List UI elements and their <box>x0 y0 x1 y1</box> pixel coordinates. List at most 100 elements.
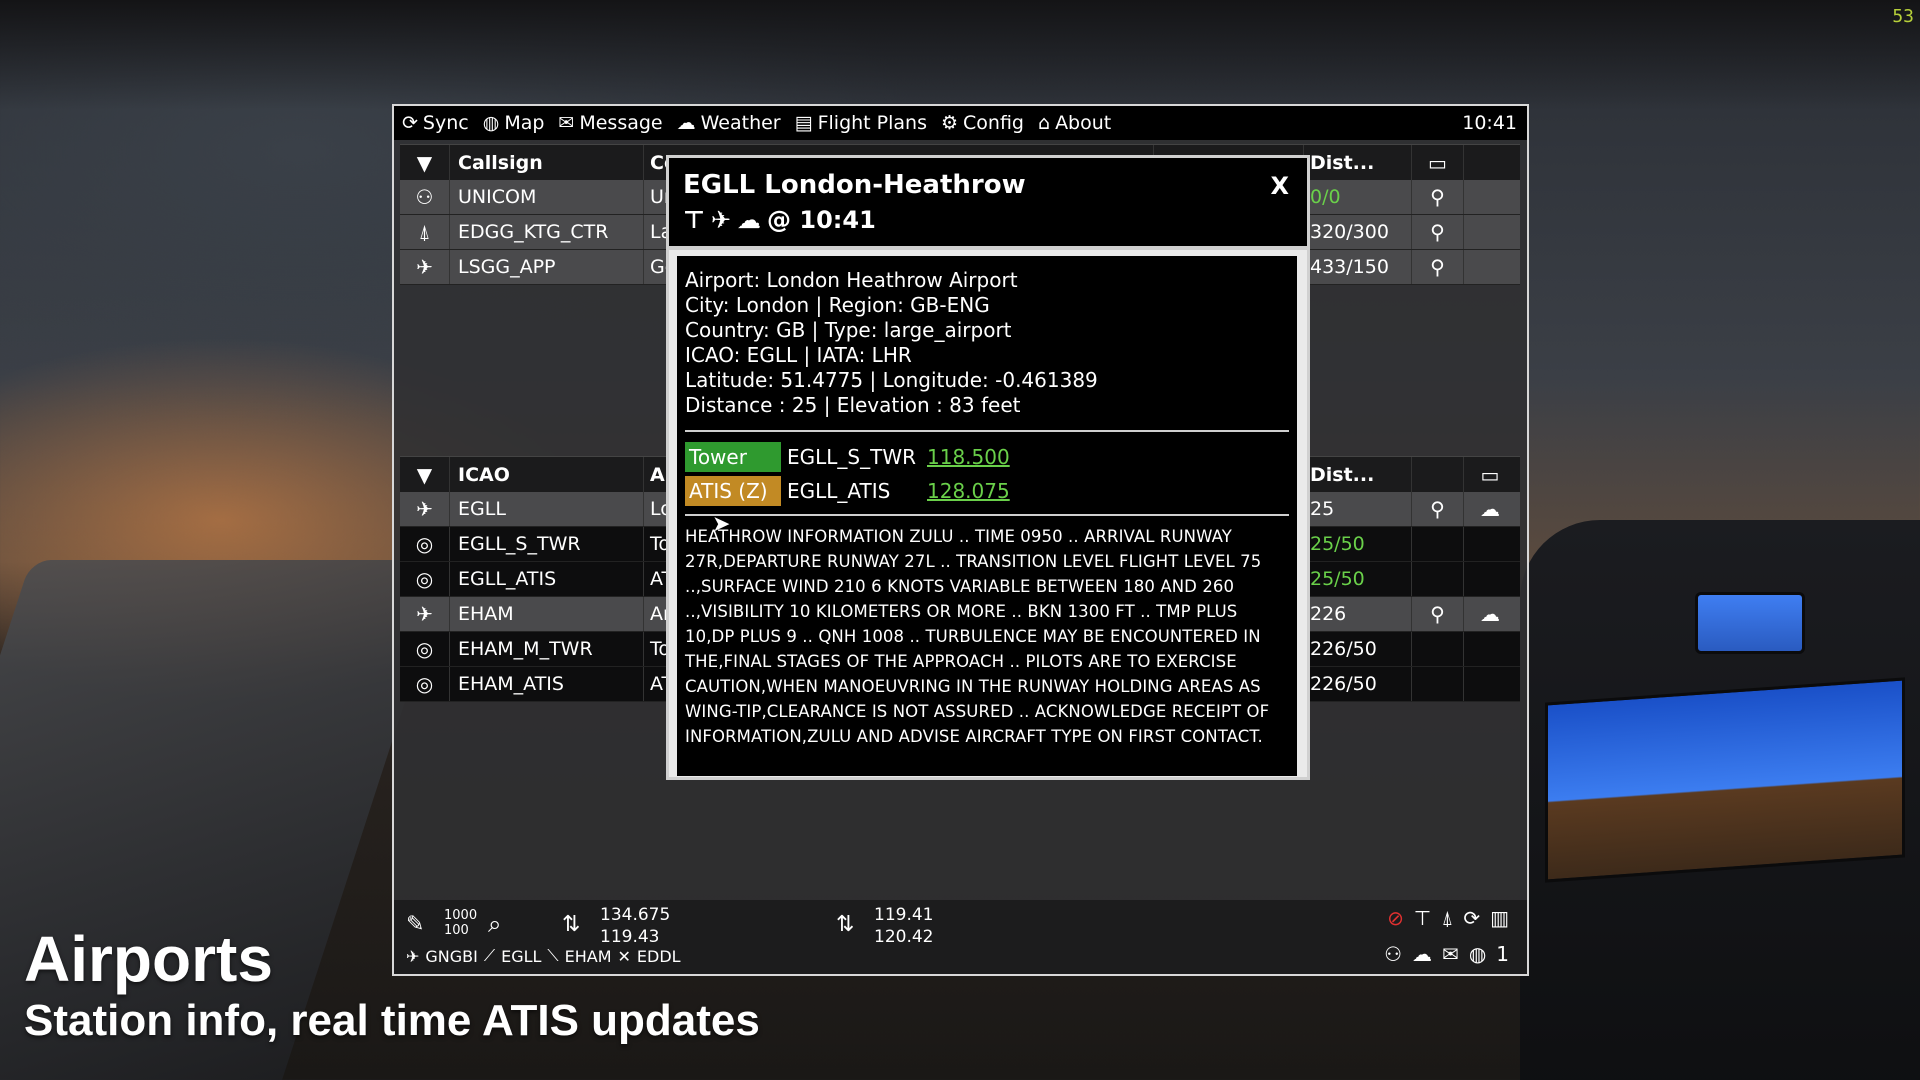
row-icao: EGLL_ATIS <box>450 562 644 596</box>
tower-antenna-icon: ⍋ <box>400 215 450 249</box>
airport-icon: ✈ <box>400 492 450 526</box>
row-distance: 226/50 <box>1304 632 1412 666</box>
headset-icon: ◎ <box>400 667 450 701</box>
header-empty <box>1464 145 1516 180</box>
menu-about-label: About <box>1055 112 1112 134</box>
com2-active: 119.41 <box>874 905 934 925</box>
map-pin-icon[interactable]: ⚲ <box>1412 250 1464 284</box>
range-display[interactable]: 1000 100 <box>444 908 477 938</box>
standby-instrument <box>1695 592 1805 654</box>
close-button[interactable]: X <box>1270 172 1289 200</box>
unicom-icon[interactable]: ⚇ <box>1384 942 1402 966</box>
refresh-icon[interactable]: ⟳ <box>1463 906 1480 930</box>
frequency-link[interactable]: 128.075 <box>927 479 1010 503</box>
distance-header[interactable]: Dist... <box>1304 145 1412 180</box>
frequency-link[interactable]: 118.500 <box>927 445 1010 469</box>
popup-title: EGLL London-Heathrow <box>683 170 1026 200</box>
popup-subtitle: ⊤ ✈ ☁ @ 10:41 <box>683 206 1293 234</box>
weather-icon[interactable]: ☁ <box>1464 492 1516 526</box>
card-icon[interactable]: ▭ <box>1464 457 1516 492</box>
distance-header[interactable]: Dist... <box>1304 457 1412 492</box>
menu-flight-plans[interactable]: ▤ Flight Plans <box>795 112 927 134</box>
callsign-header[interactable]: Callsign <box>450 145 644 180</box>
route-callsign[interactable]: GNGBI <box>425 947 477 966</box>
row-distance: 0/0 <box>1304 180 1412 214</box>
icao-header[interactable]: ICAO <box>450 457 644 492</box>
atis-badge: ATIS (Z) <box>685 476 781 506</box>
toolbar-top: ⊘ ⊤ ⍋ ⟳ ▥ <box>1387 906 1509 930</box>
frequency-row: Tower EGLL_S_TWR 118.500 <box>685 440 1289 474</box>
info-city: City: London | Region: GB-ENG <box>685 293 990 317</box>
menu-map[interactable]: ◍ Map <box>483 112 545 134</box>
trash-icon[interactable]: ▥ <box>1490 906 1509 930</box>
row-action <box>1464 667 1516 701</box>
map-pin-icon[interactable]: ⚲ <box>1412 215 1464 249</box>
pin-icon[interactable]: ⊤ <box>1414 906 1431 930</box>
count-badge: 1 <box>1496 942 1509 966</box>
weather-icon[interactable]: ☁ <box>1464 597 1516 631</box>
card-icon[interactable]: ▭ <box>1412 145 1464 180</box>
popup-body: Airport: London Heathrow Airport City: L… <box>677 256 1297 776</box>
departure-icon: ⟋ <box>483 946 496 965</box>
swap-icon[interactable]: ⇅ <box>836 912 854 937</box>
row-icao: EHAM_M_TWR <box>450 632 644 666</box>
headset-icon: ◎ <box>400 562 450 596</box>
ruler-icon[interactable]: ✎ <box>406 912 424 937</box>
map-pin-icon[interactable]: ⚲ <box>1412 180 1464 214</box>
plane-icon[interactable]: ✈ <box>711 206 731 234</box>
menu-message[interactable]: ✉ Message <box>558 112 662 134</box>
plane-icon: ✈ <box>406 946 420 966</box>
route-departure[interactable]: EGLL <box>501 947 541 966</box>
row-icao: EGLL <box>450 492 644 526</box>
search-icon[interactable]: ⌕ <box>488 910 501 938</box>
clock: 10:41 <box>1462 112 1517 134</box>
map-pin-icon[interactable]: ⚲ <box>1412 492 1464 526</box>
filter-icon[interactable]: ▼ <box>400 457 450 492</box>
status-bar: ✎ 1000 100 ⌕ ⇅ 134.675 119.43 ⇅ 119.41 1… <box>394 900 1527 974</box>
station-name: EGLL_ATIS <box>787 479 891 503</box>
menu-weather[interactable]: ☁ Weather <box>677 112 781 134</box>
weather-icon: ☁ <box>676 112 696 134</box>
gear-icon: ⚙ <box>940 112 959 134</box>
menu-bar: ⟳ Sync ◍ Map ✉ Message ☁ Weather ▤ Flight Pla… <box>394 106 1527 140</box>
fps-counter: 53 <box>1892 6 1914 27</box>
filter-icon[interactable]: ▼ <box>400 145 450 180</box>
cockpit-frame <box>0 0 1920 110</box>
row-distance: 226 <box>1304 597 1412 631</box>
headset-icon: ◎ <box>400 632 450 666</box>
swap-icon[interactable]: ⇅ <box>562 912 580 937</box>
globe-icon[interactable]: ◍ <box>1469 942 1486 966</box>
info-distance: Distance : 25 | Elevation : 83 feet <box>685 393 1021 417</box>
menu-config[interactable]: ⚙ Config <box>941 112 1024 134</box>
row-callsign: EDGG_KTG_CTR <box>450 215 644 249</box>
com2-display[interactable]: 119.41 120.42 <box>874 904 933 948</box>
pin-icon[interactable]: ⊤ <box>683 206 705 234</box>
info-airport: Airport: London Heathrow Airport <box>685 268 1018 292</box>
route-arrival[interactable]: EHAM <box>565 947 612 966</box>
com1-display[interactable]: 134.675 119.43 <box>600 904 670 948</box>
airport-popup: EGLL London-Heathrow ⊤ ✈ ☁ @ 10:41 X Air… <box>666 155 1310 780</box>
disconnect-icon[interactable]: ⊘ <box>1387 906 1404 930</box>
home-icon: ⌂ <box>1038 112 1051 134</box>
atis-text: HEATHROW INFORMATION ZULU .. TIME 0950 .… <box>685 527 1270 746</box>
menu-about[interactable]: ⌂ About <box>1038 112 1111 134</box>
weather-icon[interactable]: ☁ <box>737 206 761 234</box>
clipboard-icon: ▤ <box>794 112 813 134</box>
route-display: ✈ GNGBI ⟋ EGLL ⟍ EHAM ✕ EDDL <box>406 946 681 966</box>
airport-icon: ✈ <box>400 597 450 631</box>
weather-icon[interactable]: ☁ <box>1412 942 1432 966</box>
row-distance: 25 <box>1304 492 1412 526</box>
menu-sync[interactable]: ⟳ Sync <box>402 112 469 134</box>
row-action <box>1464 562 1516 596</box>
route-alternate[interactable]: EDDL <box>637 947 681 966</box>
com1-active: 134.675 <box>600 905 671 925</box>
menu-message-label: Message <box>579 112 663 134</box>
range-top: 1000 <box>444 908 478 923</box>
map-pin-icon[interactable]: ⚲ <box>1412 597 1464 631</box>
envelope-icon[interactable]: ✉ <box>1442 942 1459 966</box>
row-action <box>1464 215 1516 249</box>
tower-antenna-icon[interactable]: ⍋ <box>1441 906 1453 930</box>
row-action <box>1464 180 1516 214</box>
divider <box>685 430 1289 432</box>
caption-subtitle: Station info, real time ATIS updates <box>24 996 760 1045</box>
